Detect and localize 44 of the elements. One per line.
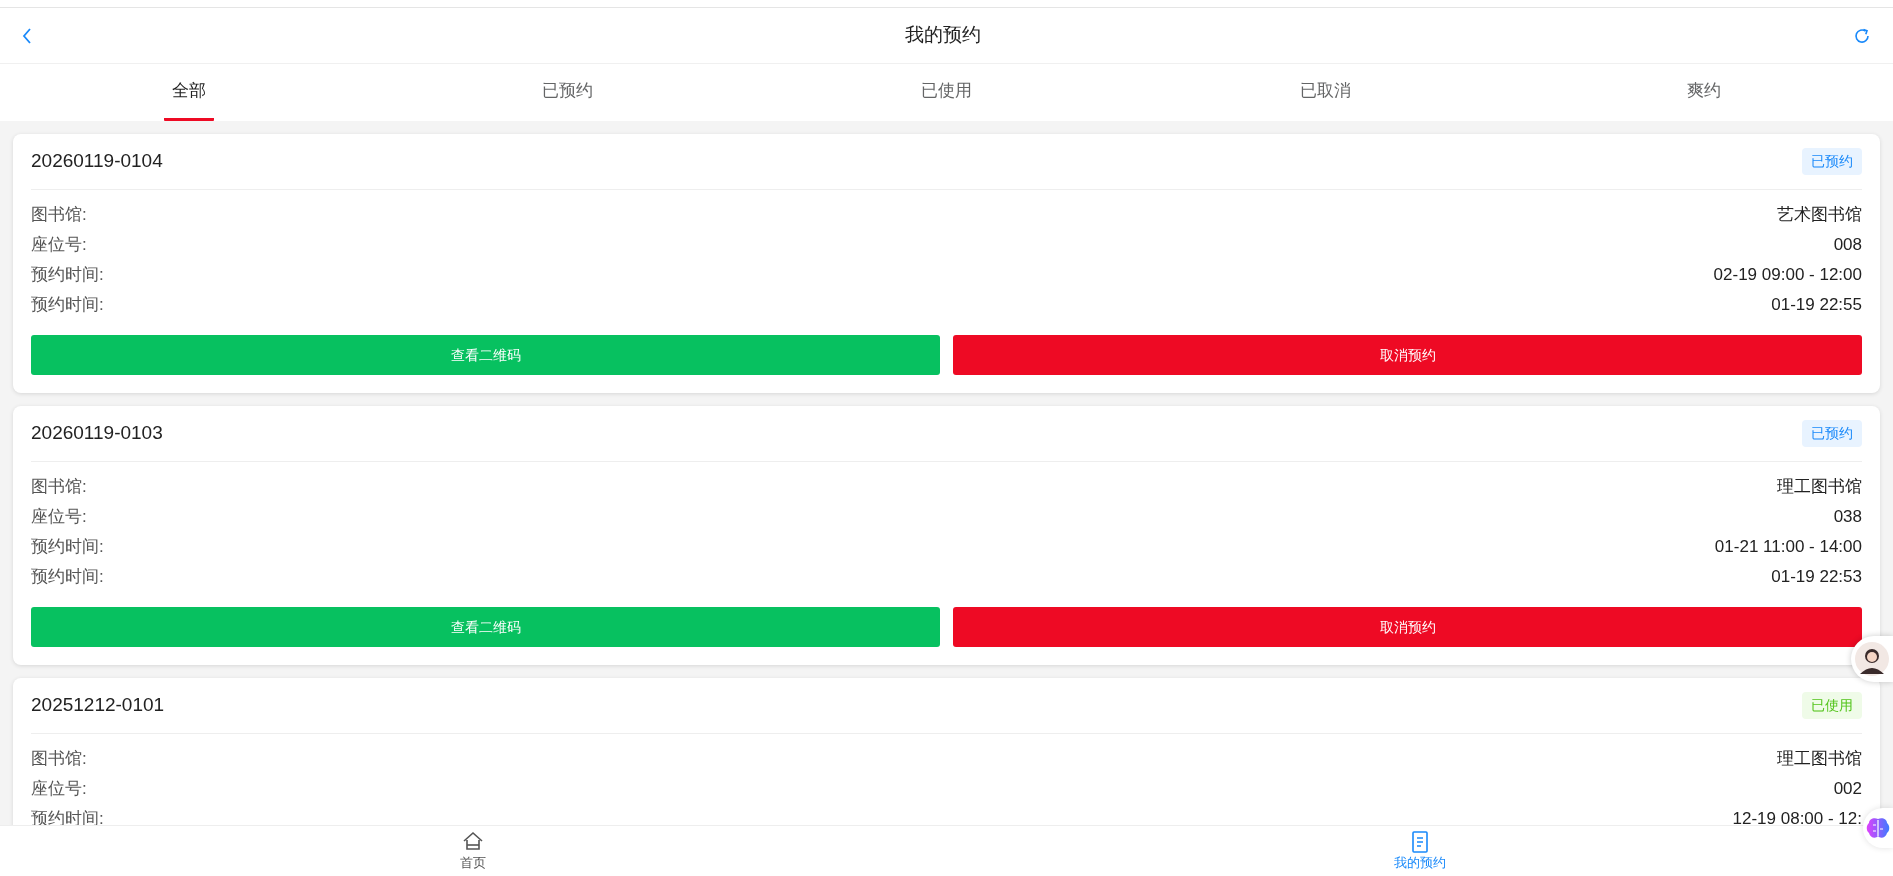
assistant-avatar-button[interactable] bbox=[1851, 636, 1893, 682]
filter-tab[interactable]: 全部 bbox=[164, 64, 215, 121]
field-label: 预约时间: bbox=[31, 294, 104, 317]
person-avatar-icon bbox=[1855, 642, 1889, 676]
nav-label: 首页 bbox=[460, 855, 487, 871]
filter-tab[interactable]: 已使用 bbox=[913, 64, 980, 121]
field-label: 图书馆: bbox=[31, 476, 87, 499]
cancel-button[interactable]: 取消预约 bbox=[953, 335, 1862, 375]
field-label: 座位号: bbox=[31, 234, 87, 257]
field-value: 01-19 22:55 bbox=[1771, 294, 1862, 317]
field-value: 008 bbox=[1833, 234, 1862, 257]
field-label: 座位号: bbox=[31, 506, 87, 529]
field-value: 002 bbox=[1833, 778, 1862, 801]
filter-tab[interactable]: 已取消 bbox=[1291, 64, 1359, 121]
nav-tab[interactable]: 我的预约 bbox=[1393, 830, 1446, 871]
reservation-number: 20251212-0101 bbox=[31, 693, 165, 718]
field-value: 12-19 08:00 - 12: bbox=[1732, 808, 1862, 831]
reservation-number: 20260119-0103 bbox=[31, 421, 163, 446]
status-tag: 已使用 bbox=[1802, 692, 1862, 719]
field-label: 图书馆: bbox=[31, 748, 87, 771]
nav-tab[interactable]: 首页 bbox=[460, 830, 487, 871]
field-label: 座位号: bbox=[31, 778, 87, 801]
field-label: 图书馆: bbox=[31, 204, 87, 227]
field-label: 预约时间: bbox=[31, 264, 104, 287]
field-value: 艺术图书馆 bbox=[1777, 204, 1862, 227]
filter-tab[interactable]: 已预约 bbox=[534, 64, 602, 121]
cancel-button[interactable]: 取消预约 bbox=[953, 607, 1862, 647]
field-value: 理工图书馆 bbox=[1777, 748, 1862, 771]
reservation-number: 20260119-0104 bbox=[31, 149, 163, 174]
refresh-icon[interactable] bbox=[1853, 26, 1871, 45]
status-tag: 已预约 bbox=[1802, 148, 1862, 175]
field-value: 01-19 22:53 bbox=[1771, 566, 1862, 589]
field-value: 038 bbox=[1833, 506, 1862, 529]
field-label: 预约时间: bbox=[31, 566, 104, 589]
page-title: 我的预约 bbox=[904, 23, 981, 48]
filter-tab[interactable]: 爽约 bbox=[1678, 64, 1729, 121]
field-value: 理工图书馆 bbox=[1777, 476, 1862, 499]
field-value: 02-19 09:00 - 12:00 bbox=[1713, 264, 1862, 287]
nav-label: 我的预约 bbox=[1393, 855, 1446, 871]
back-icon[interactable] bbox=[22, 27, 32, 44]
field-value: 01-21 11:00 - 14:00 bbox=[1714, 536, 1862, 559]
brain-icon bbox=[1866, 817, 1890, 839]
status-tag: 已预约 bbox=[1802, 420, 1862, 447]
field-label: 预约时间: bbox=[31, 536, 104, 559]
